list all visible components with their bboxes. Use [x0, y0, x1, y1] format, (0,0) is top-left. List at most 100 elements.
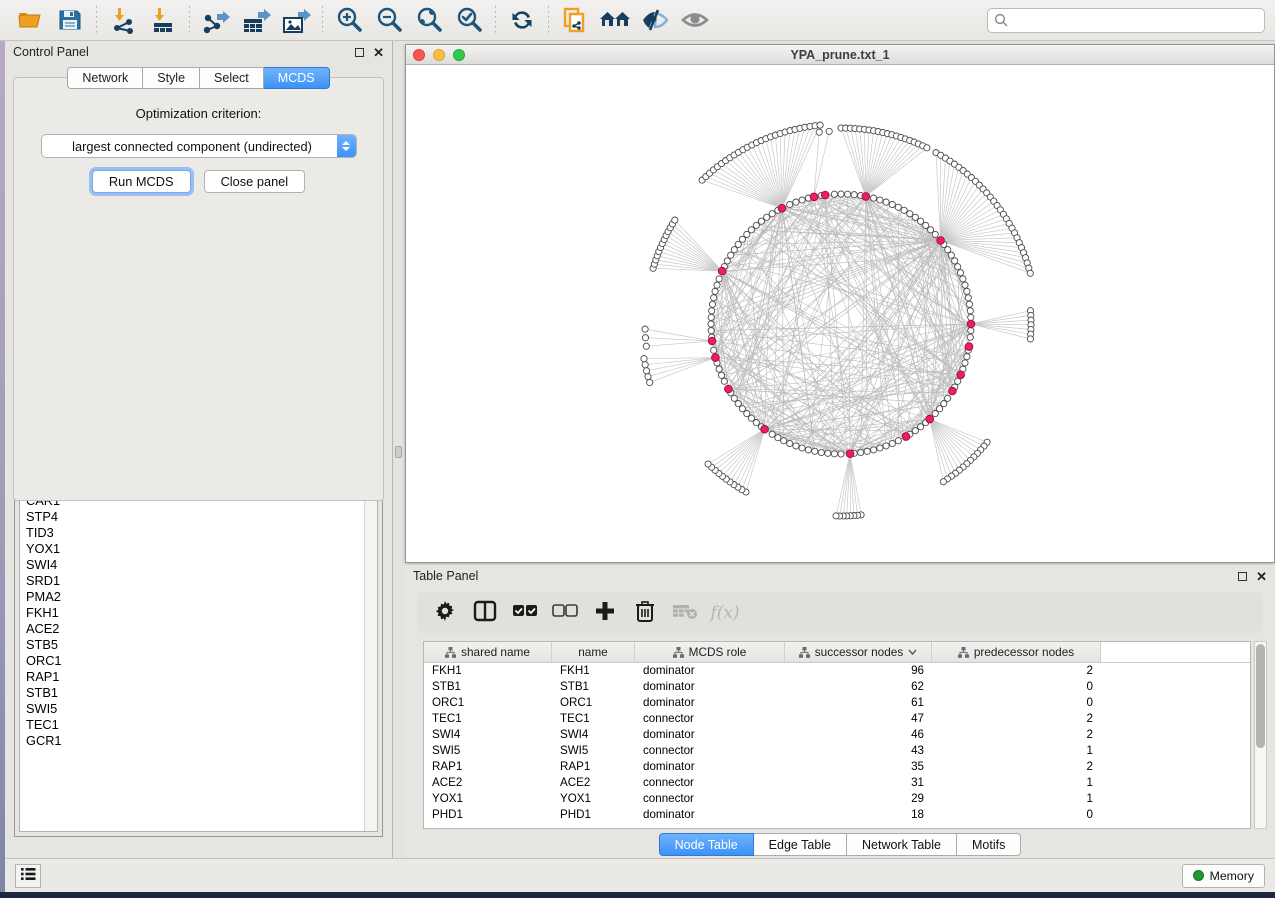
tab-edge-table[interactable]: Edge Table — [754, 833, 847, 856]
cell-successor-nodes[interactable]: 61 — [785, 695, 932, 711]
network-window-titlebar[interactable]: YPA_prune.txt_1 — [406, 45, 1274, 65]
tab-mcds[interactable]: MCDS — [264, 67, 330, 89]
mcds-result-item[interactable]: STP4 — [26, 509, 364, 525]
preferred-layout-button[interactable] — [595, 3, 635, 37]
cell-successor-nodes[interactable]: 96 — [785, 663, 932, 679]
export-table-button[interactable] — [236, 3, 276, 37]
mcds-result-item[interactable]: PMA2 — [26, 589, 364, 605]
cell-predecessor-nodes[interactable]: 2 — [932, 711, 1101, 727]
mcds-result-item[interactable]: TID3 — [26, 525, 364, 541]
cell-predecessor-nodes[interactable]: 0 — [932, 679, 1101, 695]
close-panel-icon[interactable]: ✕ — [1256, 572, 1267, 581]
mcds-result-item[interactable]: TEC1 — [26, 717, 364, 733]
cell-shared-name[interactable]: SWI4 — [424, 727, 552, 743]
cell-MCDS-role[interactable]: dominator — [635, 759, 785, 775]
table-row[interactable]: YOX1YOX1connector291 — [424, 791, 1250, 807]
cell-predecessor-nodes[interactable]: 1 — [932, 791, 1101, 807]
cell-successor-nodes[interactable]: 46 — [785, 727, 932, 743]
table-row[interactable]: STB1STB1dominator620 — [424, 679, 1250, 695]
cell-shared-name[interactable]: ACE2 — [424, 775, 552, 791]
cell-predecessor-nodes[interactable]: 2 — [932, 663, 1101, 679]
export-network-button[interactable] — [196, 3, 236, 37]
table-row[interactable]: SWI4SWI4dominator462 — [424, 727, 1250, 743]
cell-shared-name[interactable]: TEC1 — [424, 711, 552, 727]
table-row[interactable]: SWI5SWI5connector431 — [424, 743, 1250, 759]
cell-successor-nodes[interactable]: 62 — [785, 679, 932, 695]
cell-MCDS-role[interactable]: dominator — [635, 727, 785, 743]
duplicate-network-button[interactable] — [555, 3, 595, 37]
cell-name[interactable]: RAP1 — [552, 759, 635, 775]
optimization-criterion-select[interactable]: largest connected component (undirected) — [41, 134, 357, 158]
cell-successor-nodes[interactable]: 18 — [785, 807, 932, 823]
cell-name[interactable]: SWI5 — [552, 743, 635, 759]
export-image-button[interactable] — [276, 3, 316, 37]
cell-name[interactable]: YOX1 — [552, 791, 635, 807]
mcds-result-item[interactable]: FKH1 — [26, 605, 364, 621]
delete-table-button[interactable] — [667, 596, 703, 630]
cell-predecessor-nodes[interactable]: 1 — [932, 743, 1101, 759]
column-header-predecessor-nodes[interactable]: predecessor nodes — [932, 642, 1101, 662]
cell-shared-name[interactable]: RAP1 — [424, 759, 552, 775]
cell-name[interactable]: STB1 — [552, 679, 635, 695]
table-row[interactable]: PHD1PHD1dominator180 — [424, 807, 1250, 823]
float-panel-icon[interactable] — [1238, 572, 1247, 581]
table-row[interactable]: TEC1TEC1connector472 — [424, 711, 1250, 727]
open-session-button[interactable] — [10, 3, 50, 37]
minimize-window-icon[interactable] — [433, 49, 445, 61]
cell-shared-name[interactable]: STB1 — [424, 679, 552, 695]
cell-name[interactable]: FKH1 — [552, 663, 635, 679]
mcds-result-item[interactable]: ORC1 — [26, 653, 364, 669]
close-window-icon[interactable] — [413, 49, 425, 61]
network-canvas[interactable] — [406, 65, 1274, 562]
close-panel-button[interactable]: Close panel — [204, 170, 306, 193]
cell-name[interactable]: ACE2 — [552, 775, 635, 791]
close-panel-icon[interactable]: ✕ — [373, 48, 384, 57]
mcds-result-item[interactable]: YOX1 — [26, 541, 364, 557]
table-scrollbar-thumb[interactable] — [1256, 644, 1265, 748]
cell-predecessor-nodes[interactable]: 1 — [932, 775, 1101, 791]
zoom-selected-button[interactable] — [449, 3, 489, 37]
cell-predecessor-nodes[interactable]: 2 — [932, 759, 1101, 775]
mcds-result-item[interactable]: SWI5 — [26, 701, 364, 717]
cell-name[interactable]: PHD1 — [552, 807, 635, 823]
mcds-result-item[interactable]: ACE2 — [26, 621, 364, 637]
cell-MCDS-role[interactable]: connector — [635, 791, 785, 807]
cell-successor-nodes[interactable]: 31 — [785, 775, 932, 791]
cell-MCDS-role[interactable]: dominator — [635, 807, 785, 823]
delete-column-button[interactable] — [627, 596, 663, 630]
cell-MCDS-role[interactable]: dominator — [635, 695, 785, 711]
maximize-window-icon[interactable] — [453, 49, 465, 61]
select-all-columns-button[interactable] — [507, 596, 543, 630]
search-input[interactable] — [987, 8, 1265, 33]
cell-successor-nodes[interactable]: 43 — [785, 743, 932, 759]
tab-motifs[interactable]: Motifs — [957, 833, 1021, 856]
cell-MCDS-role[interactable]: dominator — [635, 679, 785, 695]
table-scrollbar[interactable] — [1254, 641, 1267, 829]
table-row[interactable]: RAP1RAP1dominator352 — [424, 759, 1250, 775]
mcds-result-item[interactable]: STB1 — [26, 685, 364, 701]
table-row[interactable]: ACE2ACE2connector311 — [424, 775, 1250, 791]
show-columns-button[interactable] — [467, 596, 503, 630]
column-header-name[interactable]: name — [552, 642, 635, 662]
cell-shared-name[interactable]: ORC1 — [424, 695, 552, 711]
column-header-MCDS-role[interactable]: MCDS role — [635, 642, 785, 662]
table-settings-button[interactable] — [427, 596, 463, 630]
zoom-fit-button[interactable] — [409, 3, 449, 37]
cell-predecessor-nodes[interactable]: 0 — [932, 695, 1101, 711]
cell-successor-nodes[interactable]: 29 — [785, 791, 932, 807]
cell-predecessor-nodes[interactable]: 0 — [932, 807, 1101, 823]
show-all-button[interactable] — [675, 3, 715, 37]
mcds-result-item[interactable]: GCR1 — [26, 733, 364, 749]
memory-button[interactable]: Memory — [1182, 864, 1265, 888]
cell-name[interactable]: TEC1 — [552, 711, 635, 727]
cell-MCDS-role[interactable]: connector — [635, 775, 785, 791]
column-header-successor-nodes[interactable]: successor nodes — [785, 642, 932, 662]
mcds-result-item[interactable]: SWI4 — [26, 557, 364, 573]
import-network-button[interactable] — [103, 3, 143, 37]
tab-select[interactable]: Select — [200, 67, 264, 89]
tab-node-table[interactable]: Node Table — [659, 833, 754, 856]
cell-shared-name[interactable]: PHD1 — [424, 807, 552, 823]
run-mcds-button[interactable]: Run MCDS — [92, 170, 191, 193]
create-column-button[interactable] — [587, 596, 623, 630]
float-panel-icon[interactable] — [355, 48, 364, 57]
